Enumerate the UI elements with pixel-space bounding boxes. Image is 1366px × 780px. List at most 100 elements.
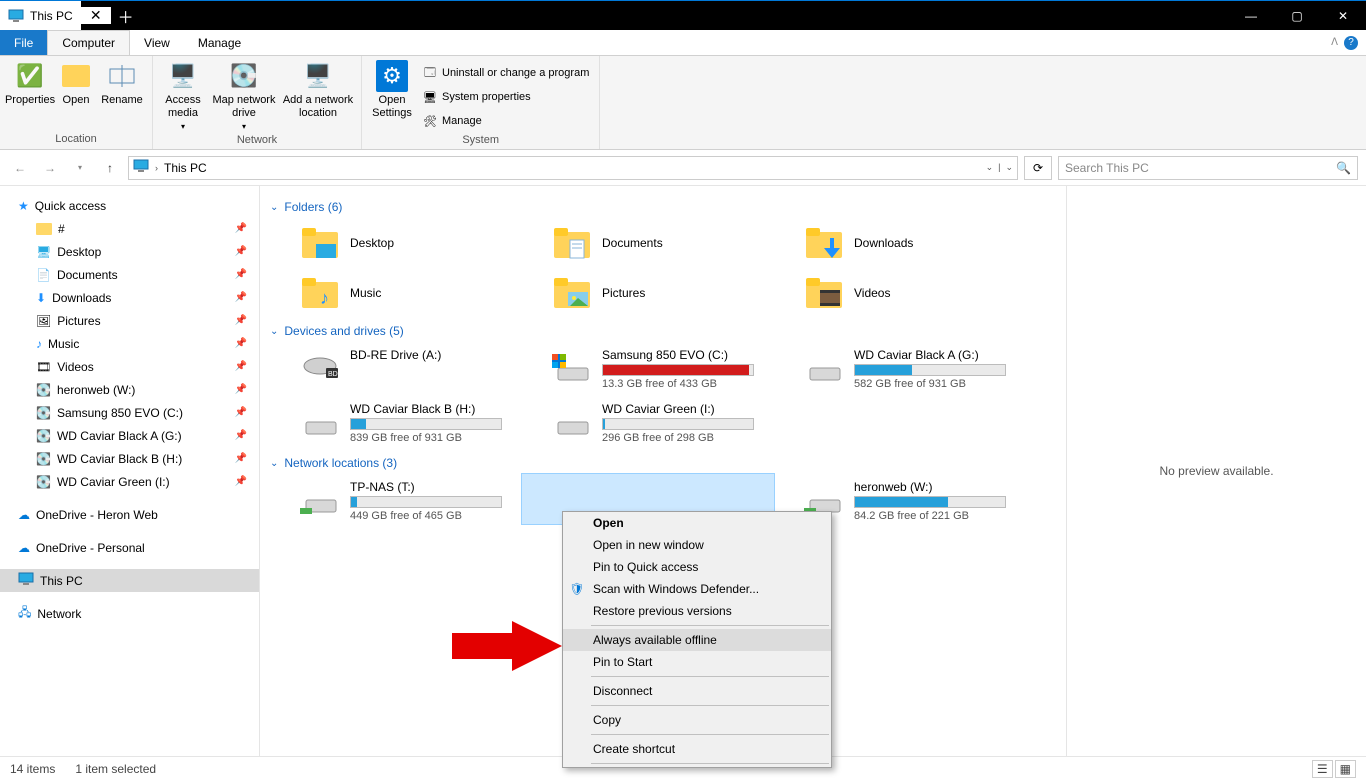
pin-icon: 📌	[235, 223, 247, 234]
sidebar-item-videos[interactable]: 🎞Videos📌	[0, 355, 259, 378]
sidebar-onedrive-personal[interactable]: ☁OneDrive - Personal	[0, 536, 259, 559]
large-icons-view-icon[interactable]: ▦	[1335, 760, 1356, 778]
star-icon: ★	[18, 199, 29, 213]
ctx-copy[interactable]: Copy	[563, 709, 831, 731]
pin-icon: 📌	[235, 476, 247, 487]
music-icon: ♪	[36, 337, 42, 351]
address-bar-dropdown-icon[interactable]: ⌄ | ⌄	[986, 162, 1013, 173]
help-icon[interactable]: ?	[1344, 36, 1358, 50]
manage-button[interactable]: 🛠Manage	[418, 110, 593, 132]
optical-drive-icon: BD	[300, 348, 340, 384]
folder-icon	[804, 273, 844, 313]
properties-icon: ✅	[14, 60, 46, 92]
sidebar-item-pictures[interactable]: 🖼Pictures📌	[0, 309, 259, 332]
nav-recent-dropdown[interactable]: ▾	[68, 156, 92, 180]
folder-icon	[552, 273, 592, 313]
minimize-button[interactable]: ―	[1228, 1, 1274, 31]
sidebar-item-wd-b[interactable]: 💽WD Caviar Black B (H:)📌	[0, 447, 259, 470]
sidebar-network[interactable]: 🖧Network	[0, 602, 259, 625]
pin-icon: 📌	[235, 361, 247, 372]
ribbon-group-location-label: Location	[6, 131, 146, 147]
ctx-disconnect[interactable]: Disconnect	[563, 680, 831, 702]
pin-icon: 📌	[235, 315, 247, 326]
ribbon-tab-manage[interactable]: Manage	[184, 30, 255, 55]
drive-wd-a[interactable]: WD Caviar Black A (G:)582 GB free of 931…	[774, 342, 1026, 396]
sidebar-item-wd-green[interactable]: 💽WD Caviar Green (I:)📌	[0, 470, 259, 493]
search-icon: 🔍	[1336, 161, 1351, 175]
documents-icon: 📄	[36, 268, 51, 282]
ctx-pin-quick-access[interactable]: Pin to Quick access	[563, 556, 831, 578]
folder-pictures[interactable]: Pictures	[522, 268, 774, 318]
ctx-open[interactable]: Open	[563, 512, 831, 534]
map-network-drive-button[interactable]: 💽Map network drive▾	[209, 58, 279, 132]
drive-bd-re[interactable]: BD BD-RE Drive (A:)	[270, 342, 522, 396]
drive-icon: 💽	[36, 452, 51, 466]
ctx-scan-defender[interactable]: 🛡Scan with Windows Defender...	[563, 578, 831, 600]
ribbon-collapse-icon[interactable]: ᐱ	[1331, 37, 1338, 48]
drive-wd-b[interactable]: WD Caviar Black B (H:)839 GB free of 931…	[270, 396, 522, 450]
nav-up-button[interactable]: ↑	[98, 156, 122, 180]
open-settings-button[interactable]: ⚙Open Settings	[368, 58, 416, 120]
access-media-button[interactable]: 🖥️Access media▾	[159, 58, 207, 132]
folder-documents[interactable]: Documents	[522, 218, 774, 268]
section-folders-header[interactable]: ⌄Folders (6)	[270, 200, 1056, 214]
folder-desktop[interactable]: Desktop	[270, 218, 522, 268]
svg-text:BD: BD	[328, 371, 338, 378]
sidebar-item-downloads[interactable]: ⬇Downloads📌	[0, 286, 259, 309]
sidebar-item-heronweb[interactable]: 💽heronweb (W:)📌	[0, 378, 259, 401]
ribbon-tab-computer[interactable]: Computer	[47, 30, 130, 55]
add-network-location-button[interactable]: 🖥️Add a network location	[281, 58, 355, 120]
address-bar[interactable]: › This PC ⌄ | ⌄	[128, 156, 1018, 180]
folder-music[interactable]: ♪Music	[270, 268, 522, 318]
refresh-button[interactable]: ⟳	[1024, 156, 1052, 180]
address-bar-row: ← → ▾ ↑ › This PC ⌄ | ⌄ ⟳ Search This PC…	[0, 150, 1366, 186]
ctx-pin-to-start[interactable]: Pin to Start	[563, 651, 831, 673]
sidebar-quick-access[interactable]: ★Quick access	[0, 194, 259, 217]
maximize-button[interactable]: ▢	[1274, 1, 1320, 31]
open-button[interactable]: Open	[56, 58, 96, 107]
tab-close-button[interactable]: ✕	[81, 7, 111, 24]
sidebar-item-desktop[interactable]: 🖥Desktop📌	[0, 240, 259, 263]
ctx-restore-versions[interactable]: Restore previous versions	[563, 600, 831, 622]
close-button[interactable]: ✕	[1320, 1, 1366, 31]
ribbon-group-system-label: System	[368, 132, 593, 148]
uninstall-program-button[interactable]: 🗔Uninstall or change a program	[418, 62, 593, 84]
sidebar-item-documents[interactable]: 📄Documents📌	[0, 263, 259, 286]
sidebar-this-pc[interactable]: This PC	[0, 569, 259, 592]
pin-icon: 📌	[235, 384, 247, 395]
rename-icon	[106, 60, 138, 92]
search-placeholder: Search This PC	[1065, 161, 1149, 175]
sidebar-item-samsung[interactable]: 💽Samsung 850 EVO (C:)📌	[0, 401, 259, 424]
ctx-always-available-offline[interactable]: Always available offline	[563, 629, 831, 651]
folder-videos[interactable]: Videos	[774, 268, 1026, 318]
network-drive-tpnas[interactable]: TP-NAS (T:)449 GB free of 465 GB	[270, 474, 522, 528]
rename-button[interactable]: Rename	[98, 58, 146, 107]
new-tab-button[interactable]: ＋	[111, 4, 141, 28]
drive-samsung-c[interactable]: Samsung 850 EVO (C:)13.3 GB free of 433 …	[522, 342, 774, 396]
nav-forward-button[interactable]: →	[38, 156, 62, 180]
sidebar-item-wd-a[interactable]: 💽WD Caviar Black A (G:)📌	[0, 424, 259, 447]
properties-button[interactable]: ✅Properties	[6, 58, 54, 107]
ribbon-tab-view[interactable]: View	[130, 30, 184, 55]
ctx-create-shortcut[interactable]: Create shortcut	[563, 738, 831, 760]
sidebar-item-music[interactable]: ♪Music📌	[0, 332, 259, 355]
search-input[interactable]: Search This PC 🔍	[1058, 156, 1358, 180]
section-network-header[interactable]: ⌄Network locations (3)	[270, 456, 1056, 470]
section-drives-header[interactable]: ⌄Devices and drives (5)	[270, 324, 1056, 338]
drive-icon: 💽	[36, 429, 51, 443]
ribbon-tab-file[interactable]: File	[0, 30, 47, 55]
sidebar-item-hash[interactable]: #📌	[0, 217, 259, 240]
system-properties-button[interactable]: 🖥System properties	[418, 86, 593, 108]
ctx-open-new-window[interactable]: Open in new window	[563, 534, 831, 556]
network-icon: 🖧	[18, 603, 31, 624]
system-drive-icon	[552, 348, 592, 384]
details-view-icon[interactable]: ☰	[1312, 760, 1333, 778]
sidebar-onedrive-heron[interactable]: ☁OneDrive - Heron Web	[0, 503, 259, 526]
window-tab-active[interactable]: This PC	[0, 1, 81, 31]
hard-drive-icon	[552, 402, 592, 438]
network-drive-icon	[300, 480, 340, 516]
this-pc-icon	[18, 571, 34, 590]
drive-wd-green[interactable]: WD Caviar Green (I:)296 GB free of 298 G…	[522, 396, 774, 450]
nav-back-button[interactable]: ←	[8, 156, 32, 180]
folder-downloads[interactable]: Downloads	[774, 218, 1026, 268]
